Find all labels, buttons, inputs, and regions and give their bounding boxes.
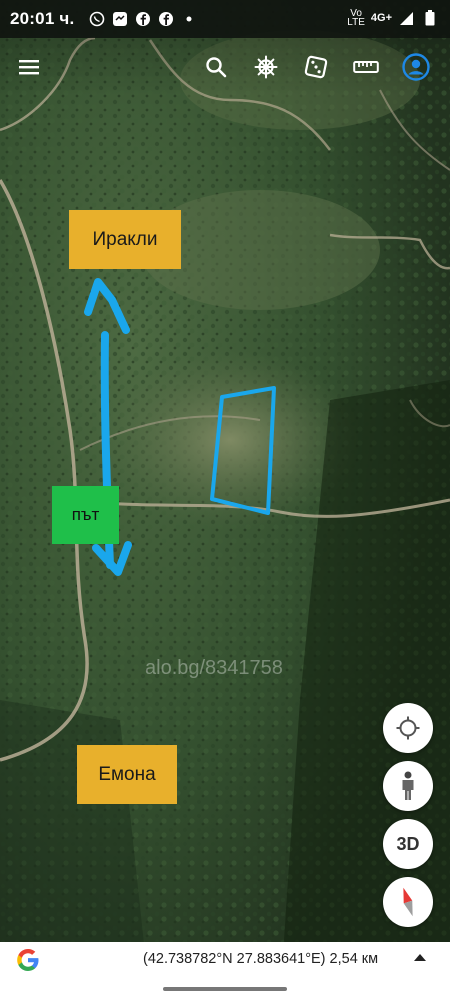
map-toolbar — [0, 38, 450, 96]
compass-button[interactable] — [383, 877, 433, 927]
search-icon — [206, 57, 227, 78]
menu-icon — [19, 60, 39, 75]
dice-icon — [304, 55, 328, 79]
home-handle[interactable] — [163, 987, 287, 991]
ruler-button[interactable] — [351, 52, 381, 82]
volte-indicator: Vo LTE — [347, 8, 365, 28]
compass-icon — [403, 887, 413, 917]
dice-button[interactable] — [301, 52, 331, 82]
viber-icon — [88, 10, 105, 27]
ship-wheel-button[interactable] — [251, 52, 281, 82]
facebook-icon — [157, 10, 174, 27]
facebook-icon — [134, 10, 151, 27]
coordinates-bar: (42.738782°N 27.883641°E) 2,54 км — [0, 942, 450, 976]
status-time: 20:01 ч. — [10, 9, 75, 28]
messenger-icon — [111, 10, 128, 27]
watermark: alo.bg/8341758 — [145, 657, 283, 679]
battery-icon — [421, 10, 438, 27]
locate-icon — [396, 716, 420, 740]
system-status: Vo LTE 4G+ — [347, 8, 438, 28]
account-button[interactable] — [401, 52, 431, 82]
3d-toggle[interactable]: 3D — [383, 819, 433, 869]
ruler-icon — [353, 61, 379, 73]
ship-wheel-icon — [254, 55, 278, 79]
road-label: път — [52, 486, 119, 544]
street-view-button[interactable] — [383, 761, 433, 811]
dot-icon — [180, 10, 197, 27]
signal-icon — [398, 10, 415, 27]
gesture-nav-bar — [0, 976, 450, 1000]
locate-button[interactable] — [383, 703, 433, 753]
account-icon — [402, 53, 430, 81]
status-bar: 20:01 ч. Vo LTE 4G+ — [0, 0, 450, 38]
network-type: 4G+ — [370, 12, 392, 24]
street-view-icon — [402, 771, 414, 800]
notification-icons — [88, 10, 197, 27]
expand-up-icon[interactable] — [414, 954, 426, 961]
place-label-north: Иракли — [69, 210, 181, 269]
search-button[interactable] — [201, 52, 231, 82]
coordinates-readout: (42.738782°N 27.883641°E) 2,54 км — [143, 951, 379, 967]
place-label-south: Емона — [77, 745, 177, 804]
menu-button[interactable] — [14, 52, 44, 82]
